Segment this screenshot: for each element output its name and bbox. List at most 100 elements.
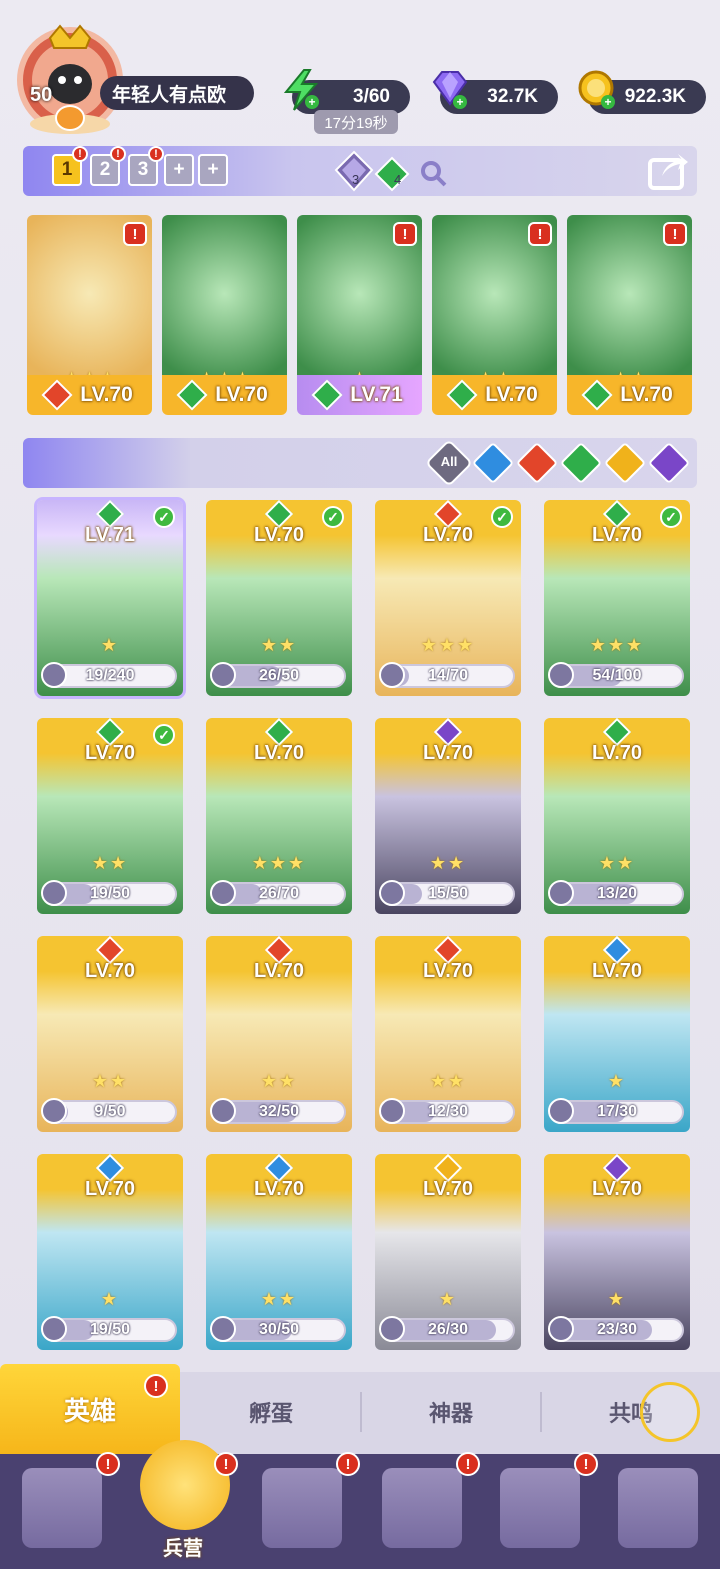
hero-level: LV.71 [84, 524, 136, 546]
hero-level: LV.70 [253, 960, 305, 982]
hero-level: LV.70 [253, 524, 305, 546]
hero-level: LV.70 [591, 960, 643, 982]
soul-fragment-icon [210, 1316, 236, 1342]
hero-level: LV.70 [591, 1178, 643, 1200]
team-slot-5[interactable]: + [198, 154, 228, 186]
hero-level: LV.70 [84, 1178, 136, 1200]
soul-fragment-icon [379, 1316, 405, 1342]
soul-fragment-icon [41, 1316, 67, 1342]
soul-fragment-icon [379, 1098, 405, 1124]
fragment-progress: 23/30 [548, 1316, 684, 1342]
hero-card[interactable]: ✓ LV.70 ★★ 26/50 [206, 500, 352, 696]
hero-stars: ★ [607, 1071, 627, 1091]
alert-badge: ! [456, 1452, 480, 1476]
team-slot-4[interactable]: + [164, 154, 194, 186]
soul-fragment-icon [210, 662, 236, 688]
hero-level: LV.70 [620, 383, 673, 406]
barracks-icon[interactable] [140, 1440, 230, 1530]
hero-stars: ★★ [260, 1071, 298, 1091]
hero-level-bar: LV.70 [432, 375, 557, 415]
hero-stars: ★★ [91, 1071, 129, 1091]
guild-icon[interactable] [500, 1468, 580, 1548]
filter-all-label: All [440, 454, 458, 469]
hero-level: LV.70 [84, 960, 136, 982]
fragment-progress: 26/50 [210, 662, 346, 688]
share-icon[interactable] [646, 150, 690, 190]
tab-3[interactable]: 神器 [362, 1384, 540, 1440]
soul-fragment-icon [210, 880, 236, 906]
alert-badge: ! [528, 222, 552, 246]
hero-level: LV.70 [422, 524, 474, 546]
fragment-progress: 9/50 [41, 1098, 177, 1124]
hero-card[interactable]: ✓ LV.70 ★★★ 54/100 [544, 500, 690, 696]
lineup-hero-card[interactable]: ★★★LV.70 [162, 215, 287, 415]
hero-card[interactable]: LV.70 ★★ 15/50 [375, 718, 521, 914]
alert-badge: ! [72, 146, 88, 162]
hero-stars: ★★★ [420, 635, 476, 655]
nature-element-icon [581, 379, 613, 411]
hero-card[interactable]: LV.70 ★ 26/30 [375, 1154, 521, 1350]
nature-element-icon [446, 379, 478, 411]
hero-level: LV.70 [485, 383, 538, 406]
hero-level: LV.70 [422, 960, 474, 982]
hero-card[interactable]: LV.70 ★ 17/30 [544, 936, 690, 1132]
gold-value: 922.3K [624, 86, 686, 107]
alert-badge: ! [96, 1452, 120, 1476]
hero-level: LV.70 [591, 742, 643, 764]
hero-card[interactable]: LV.70 ★ 19/50 [37, 1154, 183, 1350]
gems-value: 32.7K [487, 86, 538, 107]
alert-badge: ! [214, 1452, 238, 1476]
hero-stars: ★★ [260, 1289, 298, 1309]
player-name-plate[interactable]: 年轻人有点欧 [100, 76, 254, 110]
hero-card[interactable]: LV.70 ★★★ 26/70 [206, 718, 352, 914]
hero-card[interactable]: ✓ LV.71 ★ 19/240 [37, 500, 183, 696]
nav-label: 兵营 [163, 1538, 203, 1560]
energy-timer: 17分19秒 [314, 110, 398, 134]
fragment-progress: 26/30 [379, 1316, 515, 1342]
hero-card[interactable]: LV.70 ★★ 9/50 [37, 936, 183, 1132]
soul-fragment-icon [379, 880, 405, 906]
hero-stars: ★ [100, 1289, 120, 1309]
castle-icon[interactable] [382, 1468, 462, 1548]
hero-card[interactable]: LV.70 ★★ 13/20 [544, 718, 690, 914]
hero-level: LV.70 [253, 742, 305, 764]
svg-text:+: + [604, 95, 611, 109]
fragment-progress: 19/240 [41, 662, 177, 688]
map-icon[interactable] [262, 1468, 342, 1548]
fragment-progress: 30/50 [210, 1316, 346, 1342]
alert-badge: ! [574, 1452, 598, 1476]
hero-card[interactable]: LV.70 ★★ 32/50 [206, 936, 352, 1132]
hero-card[interactable]: ✓ LV.70 ★★ 19/50 [37, 718, 183, 914]
fragment-progress: 15/50 [379, 880, 515, 906]
alert-badge: ! [123, 222, 147, 246]
fragment-progress: 19/50 [41, 1316, 177, 1342]
nature-element-icon [176, 379, 208, 411]
search-icon[interactable] [418, 158, 448, 188]
hero-card[interactable]: LV.70 ★ 23/30 [544, 1154, 690, 1350]
tab-2[interactable]: 孵蛋 [182, 1384, 360, 1440]
hero-stars: ★★ [598, 853, 636, 873]
hero-level: LV.70 [80, 383, 133, 406]
alert-badge: ! [110, 146, 126, 162]
hero-level: LV.70 [591, 524, 643, 546]
banner-icon[interactable] [618, 1468, 698, 1548]
hero-stars: ★★★ [251, 853, 307, 873]
sparkle-icon[interactable] [640, 1382, 700, 1442]
hero-card[interactable]: LV.70 ★★ 30/50 [206, 1154, 352, 1350]
fragment-progress: 17/30 [548, 1098, 684, 1124]
hero-card[interactable]: ✓ LV.70 ★★★ 14/70 [375, 500, 521, 696]
alert-badge: ! [336, 1452, 360, 1476]
hero-level: LV.71 [350, 383, 403, 406]
hero-card[interactable]: LV.70 ★★ 12/30 [375, 936, 521, 1132]
crystal-item[interactable]: 3 [332, 150, 376, 194]
fragment-progress: 19/50 [41, 880, 177, 906]
player-name: 年轻人有点欧 [112, 84, 227, 106]
cards-icon[interactable] [22, 1468, 102, 1548]
emerald-item[interactable]: 4 [374, 156, 410, 192]
player-level: 50 [30, 84, 53, 106]
hero-level: LV.70 [253, 1178, 305, 1200]
hero-level-bar: LV.70 [27, 375, 152, 415]
soul-fragment-icon [548, 662, 574, 688]
alert-badge: ! [393, 222, 417, 246]
hero-level: LV.70 [84, 742, 136, 764]
